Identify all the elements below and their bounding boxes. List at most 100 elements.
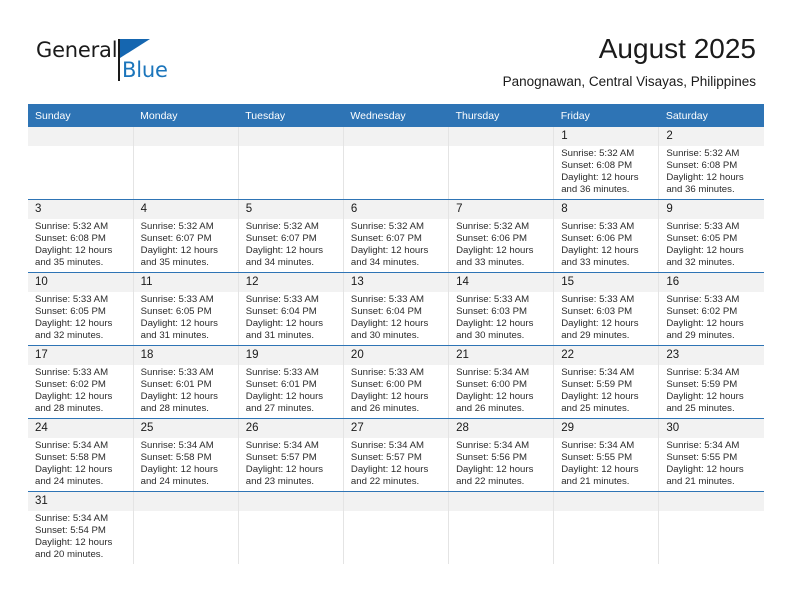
day-number bbox=[28, 127, 133, 146]
general-blue-logo[interactable]: General Blue bbox=[36, 38, 216, 86]
day-details: Sunrise: 5:34 AM Sunset: 5:58 PM Daylight:… bbox=[28, 438, 133, 488]
calendar-header-row: Sunday Monday Tuesday Wednesday Thursday… bbox=[28, 104, 764, 127]
calendar-day-cell[interactable]: 15 Sunrise: 5:33 AM Sunset: 6:03 PM Dayligh… bbox=[553, 272, 660, 346]
day-details: Sunrise: 5:32 AM Sunset: 6:07 PM Daylight:… bbox=[239, 219, 343, 269]
calendar-day-cell[interactable]: 16 Sunrise: 5:33 AM Sunset: 6:02 PM Dayligh… bbox=[658, 272, 764, 346]
calendar-day-cell[interactable]: 5 Sunrise: 5:32 AM Sunset: 6:07 PM Daylight… bbox=[237, 199, 344, 273]
sunrise-time: Sunrise: 5:32 AM bbox=[666, 148, 740, 159]
day-details: Sunrise: 5:32 AM Sunset: 6:06 PM Daylight:… bbox=[449, 219, 553, 269]
day-details: Sunrise: 5:33 AM Sunset: 6:02 PM Daylight:… bbox=[28, 365, 133, 415]
calendar-day-cell[interactable]: 24 Sunrise: 5:34 AM Sunset: 5:58 PM Dayligh… bbox=[28, 418, 134, 492]
sunset-time: Sunset: 6:02 PM bbox=[35, 379, 106, 391]
calendar-day-cell[interactable]: 7 Sunrise: 5:32 AM Sunset: 6:06 PM Daylight… bbox=[448, 199, 555, 273]
day-number: 3 bbox=[28, 200, 133, 219]
calendar-day-cell-empty bbox=[658, 491, 764, 564]
calendar-day-cell[interactable]: 21 Sunrise: 5:34 AM Sunset: 6:00 PM Dayligh… bbox=[448, 345, 555, 419]
day-details: Sunrise: 5:32 AM Sunset: 6:08 PM Daylight:… bbox=[554, 146, 658, 196]
daylight-duration-line2: and 23 minutes. bbox=[245, 476, 315, 488]
sunset-time: Sunset: 5:54 PM bbox=[35, 525, 106, 537]
sunrise-time: Sunrise: 5:34 AM bbox=[245, 440, 319, 451]
daylight-duration-line1: Daylight: 12 hours bbox=[350, 318, 429, 330]
sunrise-time: Sunrise: 5:32 AM bbox=[456, 221, 530, 232]
calendar-day-cell[interactable]: 12 Sunrise: 5:33 AM Sunset: 6:04 PM Dayligh… bbox=[237, 272, 344, 346]
day-number: 25 bbox=[133, 419, 238, 438]
calendar-day-cell[interactable]: 23 Sunrise: 5:34 AM Sunset: 5:59 PM Dayligh… bbox=[658, 345, 764, 419]
calendar-day-cell[interactable]: 25 Sunrise: 5:34 AM Sunset: 5:58 PM Dayligh… bbox=[132, 418, 239, 492]
sunset-time: Sunset: 5:55 PM bbox=[666, 452, 738, 464]
day-details: Sunrise: 5:34 AM Sunset: 6:00 PM Daylight:… bbox=[449, 365, 553, 415]
calendar-day-cell[interactable]: 9 Sunrise: 5:33 AM Sunset: 6:05 PM Daylight… bbox=[658, 199, 764, 273]
weekday-header-saturday: Saturday bbox=[658, 104, 764, 127]
sunset-time: Sunset: 5:59 PM bbox=[561, 379, 633, 391]
calendar-day-cell[interactable]: 4 Sunrise: 5:32 AM Sunset: 6:07 PM Daylight… bbox=[132, 199, 239, 273]
day-number bbox=[133, 127, 238, 146]
daylight-duration-line2: and 36 minutes. bbox=[561, 184, 630, 196]
sunset-time: Sunset: 6:08 PM bbox=[35, 233, 106, 245]
day-number: 8 bbox=[554, 200, 659, 219]
sunrise-time: Sunrise: 5:33 AM bbox=[561, 221, 635, 232]
calendar-day-cell[interactable]: 8 Sunrise: 5:33 AM Sunset: 6:06 PM Daylight… bbox=[553, 199, 660, 273]
daylight-duration-line1: Daylight: 12 hours bbox=[140, 318, 218, 330]
calendar-day-cell[interactable]: 6 Sunrise: 5:32 AM Sunset: 6:07 PM Daylight… bbox=[342, 199, 450, 273]
calendar-day-cell[interactable]: 30 Sunrise: 5:34 AM Sunset: 5:55 PM Dayligh… bbox=[658, 418, 764, 492]
daylight-duration-line2: and 32 minutes. bbox=[35, 330, 104, 342]
calendar-day-cell[interactable]: 27 Sunrise: 5:34 AM Sunset: 5:57 PM Dayligh… bbox=[342, 418, 450, 492]
calendar-day-cell[interactable]: 31 Sunrise: 5:34 AM Sunset: 5:54 PM Dayligh… bbox=[28, 491, 134, 564]
weekday-header-friday: Friday bbox=[553, 104, 659, 127]
day-number: 1 bbox=[554, 127, 659, 146]
calendar-week-row: 10 Sunrise: 5:33 AM Sunset: 6:05 PM Dayligh… bbox=[28, 272, 764, 346]
calendar-day-cell[interactable]: 17 Sunrise: 5:33 AM Sunset: 6:02 PM Dayligh… bbox=[28, 345, 134, 419]
daylight-duration-line2: and 20 minutes. bbox=[35, 549, 104, 561]
calendar-day-cell-empty bbox=[237, 491, 344, 564]
daylight-duration-line1: Daylight: 12 hours bbox=[140, 245, 218, 257]
day-number: 19 bbox=[238, 346, 343, 365]
day-number: 7 bbox=[449, 200, 554, 219]
day-number: 5 bbox=[238, 200, 343, 219]
calendar-day-cell[interactable]: 20 Sunrise: 5:33 AM Sunset: 6:00 PM Dayligh… bbox=[342, 345, 450, 419]
daylight-duration-line1: Daylight: 12 hours bbox=[35, 464, 113, 476]
calendar-day-cell[interactable]: 2 Sunrise: 5:32 AM Sunset: 6:08 PM Daylight… bbox=[658, 127, 764, 200]
daylight-duration-line2: and 36 minutes. bbox=[666, 184, 735, 196]
day-number: 12 bbox=[238, 273, 343, 292]
weekday-header-monday: Monday bbox=[133, 104, 239, 127]
day-details: Sunrise: 5:33 AM Sunset: 6:04 PM Daylight:… bbox=[239, 292, 343, 342]
calendar-day-cell[interactable]: 28 Sunrise: 5:34 AM Sunset: 5:56 PM Dayligh… bbox=[448, 418, 555, 492]
calendar-day-cell[interactable]: 1 Sunrise: 5:32 AM Sunset: 6:08 PM Daylight… bbox=[553, 127, 660, 200]
day-number bbox=[343, 127, 449, 146]
calendar-day-cell-empty bbox=[342, 491, 450, 564]
calendar-day-cell[interactable]: 14 Sunrise: 5:33 AM Sunset: 6:03 PM Dayligh… bbox=[448, 272, 555, 346]
day-details: Sunrise: 5:33 AM Sunset: 6:01 PM Daylight:… bbox=[134, 365, 238, 415]
day-details: Sunrise: 5:33 AM Sunset: 6:05 PM Daylight:… bbox=[134, 292, 238, 342]
sunrise-time: Sunrise: 5:33 AM bbox=[666, 294, 740, 305]
day-number: 4 bbox=[133, 200, 238, 219]
daylight-duration-line2: and 35 minutes. bbox=[35, 257, 104, 269]
sunrise-time: Sunrise: 5:33 AM bbox=[350, 367, 424, 378]
calendar-day-cell[interactable]: 13 Sunrise: 5:33 AM Sunset: 6:04 PM Dayligh… bbox=[342, 272, 450, 346]
day-details: Sunrise: 5:33 AM Sunset: 6:03 PM Daylight:… bbox=[449, 292, 553, 342]
calendar-day-cell[interactable]: 11 Sunrise: 5:33 AM Sunset: 6:05 PM Dayligh… bbox=[132, 272, 239, 346]
daylight-duration-line2: and 28 minutes. bbox=[35, 403, 104, 415]
calendar-day-cell[interactable]: 22 Sunrise: 5:34 AM Sunset: 5:59 PM Dayligh… bbox=[553, 345, 660, 419]
calendar-day-cell[interactable]: 18 Sunrise: 5:33 AM Sunset: 6:01 PM Dayligh… bbox=[132, 345, 239, 419]
page-title: August 2025 bbox=[598, 33, 756, 64]
sunrise-time: Sunrise: 5:34 AM bbox=[350, 440, 424, 451]
calendar-day-cell[interactable]: 10 Sunrise: 5:33 AM Sunset: 6:05 PM Dayligh… bbox=[28, 272, 134, 346]
sunrise-time: Sunrise: 5:33 AM bbox=[561, 294, 635, 305]
calendar-day-cell[interactable]: 19 Sunrise: 5:33 AM Sunset: 6:01 PM Dayligh… bbox=[237, 345, 344, 419]
sunrise-time: Sunrise: 5:34 AM bbox=[666, 440, 740, 451]
day-details: Sunrise: 5:32 AM Sunset: 6:07 PM Daylight:… bbox=[134, 219, 238, 269]
sunset-time: Sunset: 6:04 PM bbox=[350, 306, 422, 318]
calendar-day-cell[interactable]: 29 Sunrise: 5:34 AM Sunset: 5:55 PM Dayligh… bbox=[553, 418, 660, 492]
daylight-duration-line2: and 33 minutes. bbox=[561, 257, 630, 269]
calendar-week-row: 24 Sunrise: 5:34 AM Sunset: 5:58 PM Dayligh… bbox=[28, 418, 764, 492]
calendar-day-cell[interactable]: 3 Sunrise: 5:32 AM Sunset: 6:08 PM Daylight… bbox=[28, 199, 134, 273]
sunrise-time: Sunrise: 5:33 AM bbox=[140, 294, 214, 305]
sunset-time: Sunset: 6:08 PM bbox=[666, 160, 738, 172]
sunset-time: Sunset: 6:06 PM bbox=[561, 233, 633, 245]
sunset-time: Sunset: 6:05 PM bbox=[35, 306, 106, 318]
sunset-time: Sunset: 6:07 PM bbox=[245, 233, 317, 245]
daylight-duration-line1: Daylight: 12 hours bbox=[245, 245, 324, 257]
daylight-duration-line2: and 27 minutes. bbox=[245, 403, 315, 415]
sunrise-time: Sunrise: 5:34 AM bbox=[35, 513, 109, 524]
calendar-day-cell[interactable]: 26 Sunrise: 5:34 AM Sunset: 5:57 PM Dayligh… bbox=[237, 418, 344, 492]
